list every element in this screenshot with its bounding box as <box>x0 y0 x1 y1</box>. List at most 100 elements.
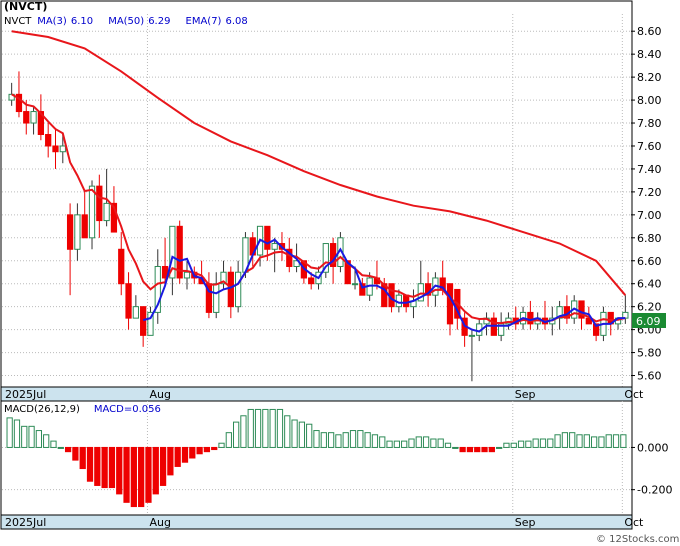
candle-body <box>271 243 278 250</box>
macd-bar <box>254 408 262 448</box>
macd-bar <box>108 446 116 489</box>
macd-legend-label: MACD <box>94 404 124 415</box>
candle-body <box>227 271 234 308</box>
macd-bar <box>13 419 21 448</box>
legend-label: MA(3) <box>37 16 67 27</box>
candle-body <box>403 294 410 308</box>
candle-body <box>527 311 534 325</box>
candle-body <box>23 111 30 124</box>
macd-bar <box>145 446 152 503</box>
price-y-axis: 8.60 8.40 8.20 8.00 7.80 7.60 7.40 7.20 7.00 6.80… <box>631 25 662 383</box>
candle-body <box>30 111 37 124</box>
price-tick-label: 6.40 <box>637 278 662 291</box>
candle-body <box>351 283 359 286</box>
macd-bar <box>371 434 379 448</box>
macd-bar <box>298 421 306 448</box>
macd-bar <box>386 440 393 448</box>
price-tick-label: 6.20 <box>637 301 662 314</box>
legend-value: 6.29 <box>148 16 170 27</box>
macd-bar <box>525 440 532 448</box>
legend-value: 6.10 <box>71 16 93 27</box>
legend-item: NVCT <box>4 16 32 27</box>
macd-bar <box>167 446 174 476</box>
price-legend: NVCT MA(3) 6.10 MA(50) 6.29 EMA(7) 6.08 <box>4 16 248 27</box>
macd-bar <box>415 436 422 448</box>
macd-bar <box>189 446 196 459</box>
macd-bar <box>313 430 320 448</box>
macd-bar <box>35 430 43 448</box>
candle-body <box>446 283 454 325</box>
macd-bar <box>284 415 291 448</box>
macd-bar <box>6 417 13 448</box>
macd-bar <box>159 446 167 486</box>
price-x-label: 2025Jul <box>5 388 46 401</box>
macd-tick-label: 0.000 <box>637 441 669 454</box>
stock-chart: 8.60 8.40 8.20 8.00 7.80 7.60 7.40 7.20 7.00 6.80… <box>0 0 679 545</box>
footer-credit: © 12Stocks.com <box>596 534 679 545</box>
macd-bar <box>28 425 35 448</box>
macd-bar <box>612 434 620 448</box>
macd-bar <box>43 434 50 448</box>
macd-bar <box>422 436 430 448</box>
price-tick-label: 7.20 <box>637 186 662 199</box>
candle-body <box>183 271 191 279</box>
macd-bar <box>576 434 583 448</box>
price-tick-label: 8.60 <box>637 25 662 38</box>
candle-body <box>45 134 52 147</box>
macd-legend-item: MACD(26,12,9) <box>4 404 80 415</box>
macd-bar <box>291 419 298 448</box>
macd-bar <box>218 442 225 448</box>
macd-bar <box>174 446 181 467</box>
chart-title: (NVCT) <box>4 0 47 13</box>
price-panel <box>0 0 633 402</box>
macd-bar <box>335 434 342 448</box>
price-tick-label: 5.80 <box>637 347 662 360</box>
price-tick-label: 6.60 <box>637 255 662 268</box>
macd-bar <box>64 446 72 453</box>
price-tick-label: 7.60 <box>637 140 662 153</box>
macd-bar <box>306 423 313 448</box>
candle-body <box>96 185 103 222</box>
macd-bar <box>152 446 159 495</box>
macd-bar <box>86 446 94 482</box>
price-tick-label: 5.60 <box>637 370 662 383</box>
legend-item: MA(50) 6.29 <box>108 16 170 27</box>
macd-bar <box>379 436 386 448</box>
price-x-label: Aug <box>149 388 170 401</box>
macd-y-axis: 0.000 -0.200 <box>631 441 672 497</box>
price-xaxis-band <box>0 386 633 402</box>
price-tick-label: 7.00 <box>637 209 662 222</box>
macd-bar <box>539 438 547 448</box>
macd-x-label: Aug <box>149 516 170 529</box>
macd-bar <box>57 446 64 449</box>
price-tick-label: 6.80 <box>637 232 662 245</box>
candle-body <box>103 202 110 222</box>
macd-bar <box>583 434 590 448</box>
price-tick-label: 8.00 <box>637 94 662 107</box>
macd-bar <box>488 446 495 453</box>
price-tick-label: 8.40 <box>637 48 662 61</box>
macd-bar <box>211 446 218 451</box>
macd-bar <box>327 432 335 448</box>
macd-bar <box>123 446 130 503</box>
macd-bar <box>130 446 137 508</box>
macd-x-label: 2025Jul <box>5 516 46 529</box>
legend-label: NVCT <box>4 16 32 27</box>
macd-bar <box>554 434 561 448</box>
legend-value: 6.08 <box>225 16 247 27</box>
candle-body <box>308 277 315 285</box>
macd-bar <box>437 438 444 448</box>
legend-item: EMA(7) 6.08 <box>186 16 248 27</box>
candle-body <box>235 271 242 308</box>
candle-body <box>468 334 476 337</box>
candle-body <box>132 306 139 319</box>
macd-bar <box>320 432 327 448</box>
candle-body <box>81 214 88 239</box>
macd-bar <box>233 421 240 448</box>
macd-bar <box>532 438 539 448</box>
price-x-label: Oct <box>624 388 644 401</box>
macd-bar <box>357 430 364 448</box>
macd-bar <box>459 446 466 453</box>
price-tick-label: 7.80 <box>637 117 662 130</box>
macd-legend-sep: = <box>124 404 132 415</box>
